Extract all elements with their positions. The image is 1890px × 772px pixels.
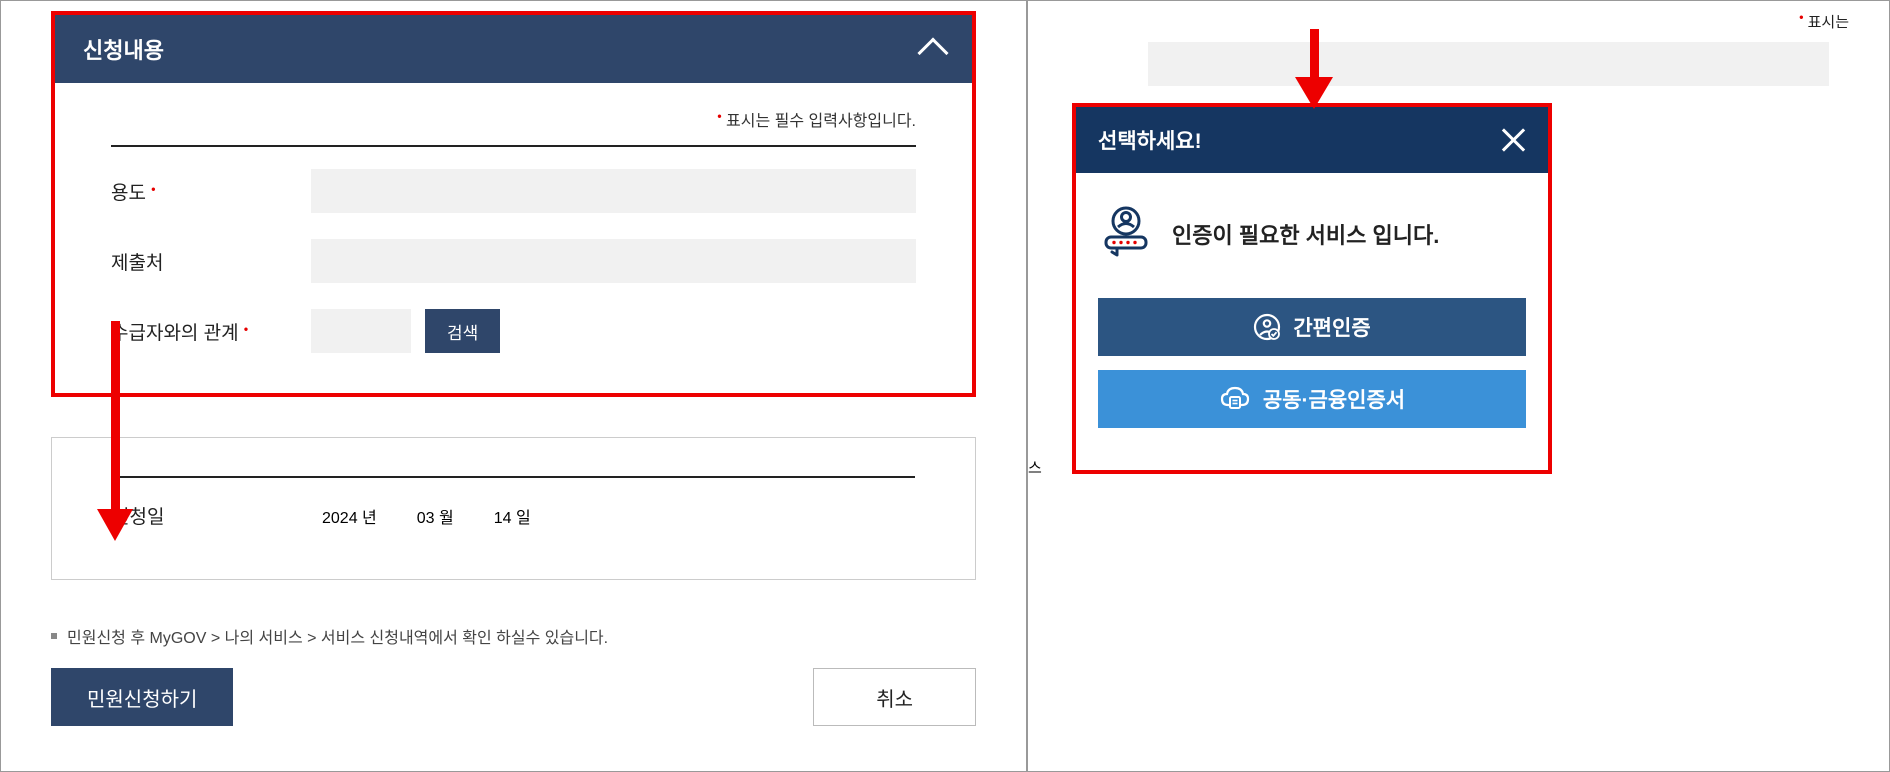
arrow-annotation [99,321,129,546]
background-input-bar [1148,42,1829,86]
partial-text: 스 [1028,457,1042,478]
apply-button[interactable]: 민원신청하기 [51,668,233,726]
required-note: • 표시는 필수 입력사항입니다. [111,107,916,131]
section-header[interactable]: 신청내용 [55,15,972,83]
submit-to-input[interactable] [311,239,916,283]
label-relationship-text: 수급자와의 관계 [111,323,239,344]
label-purpose: 용도 • [111,178,311,205]
footer-note: 민원신청 후 MyGOV > 나의 서비스 > 서비스 신청내역에서 확인 하실… [51,624,976,648]
chevron-up-icon[interactable] [917,37,948,68]
label-submit-to: 제출처 [111,248,311,275]
arrow-head-icon [97,509,133,541]
day-unit: 일 [516,510,531,527]
label-purpose-text: 용도 [111,183,146,204]
cancel-button[interactable]: 취소 [813,668,976,726]
auth-icon [1098,203,1154,264]
close-icon[interactable] [1500,127,1526,153]
person-check-icon [1253,313,1281,341]
arrow-stem [1310,29,1319,79]
modal-title: 선택하세요! [1098,125,1202,155]
cloud-cert-icon [1219,385,1251,413]
footer-note-text: 민원신청 후 MyGOV > 나의 서비스 > 서비스 신청내역에서 확인 하실… [67,624,608,648]
section-title: 신청내용 [83,33,164,65]
search-button[interactable]: 검색 [425,309,500,353]
application-content-box: 신청내용 • 표시는 필수 입력사항입니다. 용도 • 제출처 [51,11,976,397]
modal-body: 인증이 필요한 서비스 입니다. 간편인증 [1076,173,1548,470]
right-top-note: • 표시는 [1068,11,1849,32]
year-unit: 년 [362,510,377,527]
modal-header: 선택하세요! [1076,107,1548,173]
date-day: 14 일 [494,504,531,528]
label-relationship: 수급자와의 관계 • [111,318,311,345]
required-dot-icon: • [717,109,721,123]
date-section: 신청일 2024 년 03 월 14 일 [51,437,976,580]
auth-message-row: 인증이 필요한 서비스 입니다. [1098,203,1526,264]
date-year: 2024 년 [322,504,377,528]
auth-modal: 선택하세요! [1076,107,1548,470]
arrow-stem [111,321,120,511]
form-body: • 표시는 필수 입력사항입니다. 용도 • 제출처 [55,83,972,393]
right-top-text: 표시는 [1808,14,1849,31]
date-label: 신청일 [112,502,322,529]
row-purpose: 용도 • [111,169,916,213]
date-month: 03 월 [417,504,454,528]
bullet-icon [51,633,57,639]
right-panel: • 표시는 스 선택하세요! [1027,0,1890,772]
required-dot-icon: • [1799,10,1803,24]
divider [111,145,916,147]
day-val: 14 [494,510,512,527]
simple-auth-button[interactable]: 간편인증 [1098,298,1526,356]
left-panel: 신청내용 • 표시는 필수 입력사항입니다. 용도 • 제출처 [0,0,1027,772]
row-relationship: 수급자와의 관계 • 검색 [111,309,916,353]
required-note-text: 표시는 필수 입력사항입니다. [726,113,916,130]
simple-auth-label: 간편인증 [1293,312,1370,342]
required-dot-icon: • [151,182,155,196]
cert-auth-label: 공동·금융인증서 [1263,384,1405,414]
arrow-annotation-right [1296,29,1332,109]
divider [112,476,915,478]
cert-auth-button[interactable]: 공동·금융인증서 [1098,370,1526,428]
month-val: 03 [417,510,435,527]
year-val: 2024 [322,510,358,527]
auth-message: 인증이 필요한 서비스 입니다. [1172,218,1439,250]
action-row: 민원신청하기 취소 [51,668,976,726]
row-submit-to: 제출처 [111,239,916,283]
arrow-head-icon [1295,77,1333,109]
date-row: 신청일 2024 년 03 월 14 일 [112,502,915,529]
required-dot-icon: • [244,322,248,336]
month-unit: 월 [439,510,454,527]
relationship-input[interactable] [311,309,411,353]
purpose-input[interactable] [311,169,916,213]
auth-modal-highlight: 선택하세요! [1072,103,1552,474]
